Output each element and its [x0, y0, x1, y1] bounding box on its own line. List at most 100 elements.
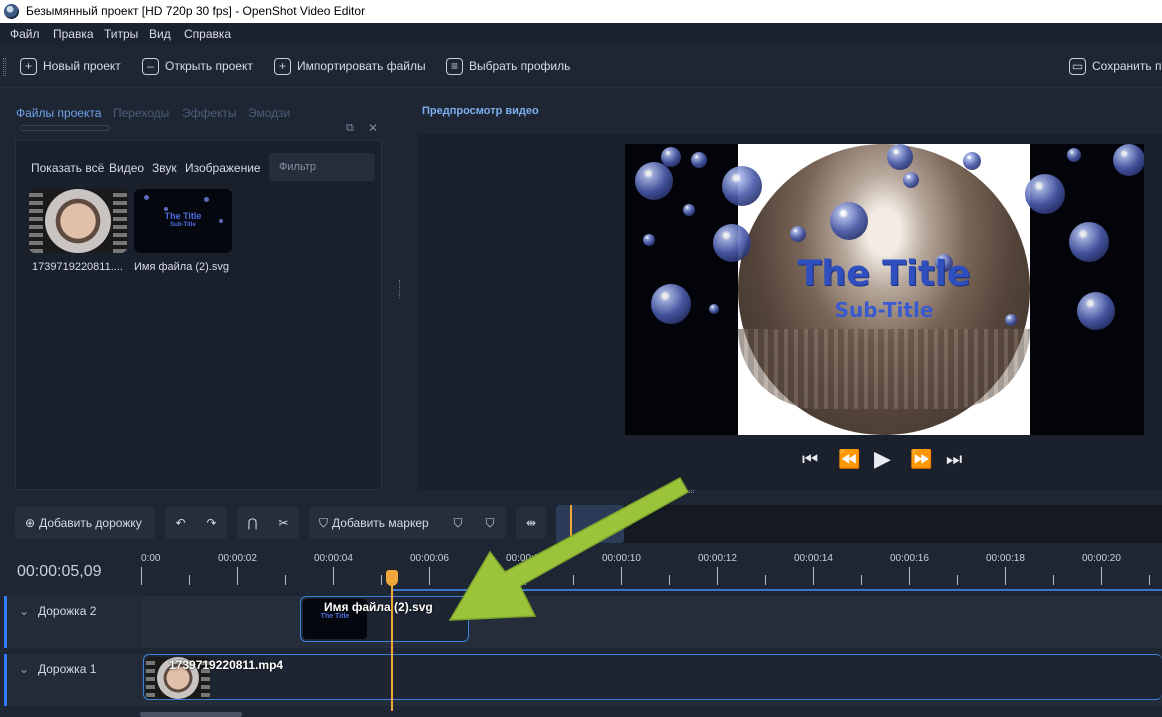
collapse-chevron-icon[interactable]: ⌄ — [19, 662, 29, 676]
filter-audio[interactable]: Звук — [152, 161, 177, 175]
ruler-tick-minor — [1053, 575, 1054, 585]
panel-scrollbar[interactable] — [20, 125, 110, 131]
playhead-line[interactable] — [391, 576, 393, 711]
undo-redo-group: ↶ ↷ — [165, 507, 227, 539]
track-name: Дорожка 2 — [38, 604, 97, 618]
ruler-tick-minor — [285, 575, 286, 585]
profile-icon: ≡ — [446, 57, 463, 75]
video-preview: The Title Sub-Title — [625, 144, 1144, 435]
tab-effects[interactable]: Эффекты — [182, 106, 237, 120]
arrow-shape — [448, 476, 690, 621]
ruler-label: 00:00:12 — [698, 553, 737, 564]
tab-project-files[interactable]: Файлы проекта — [16, 106, 101, 120]
razor-icon[interactable]: ✂ — [278, 516, 288, 530]
track-header[interactable]: ⌄ Дорожка 1 — [4, 654, 139, 706]
ruler-label: 00:00:18 — [986, 553, 1025, 564]
add-track-label: Добавить дорожку — [39, 516, 142, 530]
ruler-tick — [813, 567, 814, 585]
play-icon[interactable]: ▶ — [874, 448, 891, 470]
collapse-chevron-icon[interactable]: ⌄ — [19, 604, 29, 618]
main-toolbar: + Новый проект – Открыть проект + Импорт… — [0, 45, 1162, 88]
ruler-tick — [141, 567, 142, 585]
menu-view[interactable]: Вид — [149, 27, 171, 41]
magnet-icon[interactable]: ⋂ — [248, 516, 258, 530]
ruler-label: 00:00:14 — [794, 553, 833, 564]
track-header[interactable]: ⌄ Дорожка 2 — [4, 596, 139, 648]
ruler-tick — [333, 567, 334, 585]
fast-forward-icon[interactable]: ⏩ — [910, 449, 932, 469]
video-title-text: The Title — [797, 254, 971, 294]
panel-splitter[interactable] — [399, 280, 402, 298]
open-project-label: Открыть проект — [165, 59, 253, 73]
toolbar-grip-icon[interactable] — [3, 58, 6, 76]
file-name-video: 1739719220811.... — [32, 261, 123, 273]
ruler-tick — [429, 567, 430, 585]
undock-icon[interactable]: ⧉ — [346, 122, 354, 135]
snap-razor-group: ⋂ ✂ — [237, 507, 299, 539]
plus-icon: + — [20, 57, 37, 75]
filter-show-all[interactable]: Показать всё — [31, 161, 104, 175]
playhead-handle[interactable] — [386, 570, 398, 586]
files-list: Показать всё Видео Звук Изображение Филь… — [15, 140, 382, 490]
tab-emoji[interactable]: Эмодзи — [248, 106, 290, 120]
file-thumbnail-svg[interactable]: The Title Sub-Title — [134, 189, 232, 253]
project-files-panel: Файлы проекта Переходы Эффекты Эмодзи ⧉ … — [10, 98, 382, 490]
ruler-tick — [237, 567, 238, 585]
clip-name: 1739719220811.mp4 — [169, 658, 284, 672]
clip-name: Имя файла (2).svg — [324, 600, 433, 614]
new-project-label: Новый проект — [43, 59, 121, 73]
track-1: ⌄ Дорожка 1 1739719220811.mp4 — [0, 654, 1162, 706]
annotation-arrow — [448, 476, 690, 621]
import-files-button[interactable]: + Импортировать файлы — [274, 56, 426, 76]
save-project-button[interactable]: ▭ Сохранить проект — [1069, 56, 1162, 76]
redo-icon[interactable]: ↷ — [206, 516, 216, 530]
jump-end-icon[interactable]: ⏭ — [946, 449, 962, 469]
ruler-tick — [1101, 567, 1102, 585]
add-marker-label: Добавить маркер — [332, 516, 429, 530]
menu-file[interactable]: Файл — [10, 27, 40, 41]
menu-edit[interactable]: Правка — [53, 27, 94, 41]
current-time: 00:00:05,09 — [17, 563, 102, 580]
ruler-tick-minor — [957, 575, 958, 585]
openshot-logo-icon — [4, 4, 19, 19]
ruler-tick — [717, 567, 718, 585]
filter-video[interactable]: Видео — [109, 161, 144, 175]
filter-input[interactable]: Фильтр — [269, 153, 375, 181]
add-track-button[interactable]: ⊕ Добавить дорожку — [15, 507, 155, 539]
face-image — [45, 189, 111, 253]
thumbnail-title: The Title — [164, 211, 202, 221]
track-name: Дорожка 1 — [38, 662, 97, 676]
minus-icon: – — [142, 57, 159, 75]
choose-profile-button[interactable]: ≡ Выбрать профиль — [446, 56, 570, 76]
film-strip-icon — [113, 189, 127, 253]
ruler-tick — [909, 567, 910, 585]
save-icon: ▭ — [1069, 57, 1086, 75]
menu-titles[interactable]: Титры — [104, 27, 138, 41]
file-thumbnail-video[interactable] — [29, 189, 127, 253]
menu-bar: Файл Правка Титры Вид Справка — [0, 23, 1162, 45]
ruler-label: 0:00 — [141, 553, 161, 564]
ruler-tick — [1005, 567, 1006, 585]
ruler-tick-minor — [765, 575, 766, 585]
thumbnail-subtitle: Sub-Title — [170, 222, 196, 228]
import-files-label: Импортировать файлы — [297, 59, 426, 73]
ruler-tick-minor — [861, 575, 862, 585]
save-project-label: Сохранить проект — [1092, 59, 1162, 73]
close-icon[interactable]: ✕ — [368, 121, 378, 135]
menu-help[interactable]: Справка — [184, 27, 231, 41]
ruler-label: 00:00:20 — [1082, 553, 1121, 564]
film-strip-icon — [29, 189, 43, 253]
rewind-icon[interactable]: ⏪ — [838, 449, 860, 469]
new-project-button[interactable]: + Новый проект — [20, 56, 121, 76]
choose-profile-label: Выбрать профиль — [469, 59, 571, 73]
timeline-scrollbar[interactable] — [140, 712, 242, 717]
timeline-clip-video[interactable]: 1739719220811.mp4 — [143, 654, 1162, 700]
filter-image[interactable]: Изображение — [185, 161, 261, 175]
undo-icon[interactable]: ↶ — [175, 516, 185, 530]
tab-transitions[interactable]: Переходы — [113, 106, 169, 120]
marker-icon: ⛉ — [319, 515, 329, 530]
ruler-label: 00:00:02 — [218, 553, 257, 564]
jump-start-icon[interactable]: ⏮ — [802, 449, 818, 469]
ruler-tick-minor — [189, 575, 190, 585]
open-project-button[interactable]: – Открыть проект — [142, 56, 253, 76]
